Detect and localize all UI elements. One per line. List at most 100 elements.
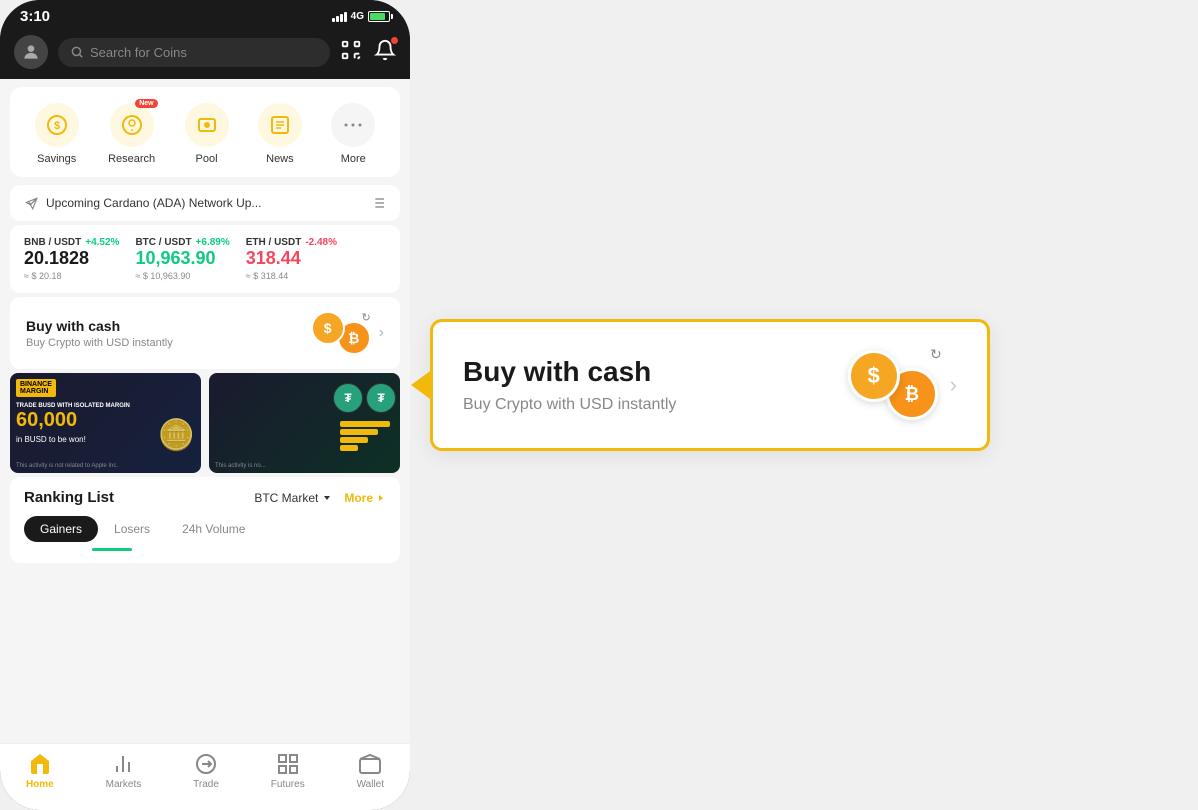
sidebar-item-research[interactable]: New Research (108, 103, 155, 165)
btc-pair: BTC / USDT (135, 237, 191, 248)
banner-amount: 60,000 (16, 409, 77, 432)
futures-icon (276, 752, 300, 776)
more-label: More (341, 153, 366, 165)
popup-coins: $ ₿ ↻ (848, 350, 938, 420)
nav-item-home[interactable]: Home (26, 752, 54, 790)
ranking-header: Ranking List BTC Market More (24, 489, 386, 506)
top-bar: Search for Coins (0, 29, 410, 79)
sidebar-item-news[interactable]: News (258, 103, 302, 165)
chevron-right-icon: › (379, 324, 384, 342)
nav-markets-label: Markets (106, 779, 142, 790)
status-bar: 3:10 4G (0, 0, 410, 29)
quick-links-card: $ Savings New Research Pool (10, 87, 400, 177)
stacked-bars (340, 421, 390, 453)
ticker-btc[interactable]: BTC / USDT +6.89% 10,963.90 ≈ $ 10,963.9… (135, 237, 229, 281)
announcement-bar[interactable]: Upcoming Cardano (ADA) Network Up... (10, 185, 400, 221)
buy-cash-right: $ ₿ ↻ › (311, 311, 384, 355)
tab-losers[interactable]: Losers (98, 516, 166, 542)
sidebar-item-savings[interactable]: $ Savings (35, 103, 79, 165)
buy-cash-title: Buy with cash (26, 318, 173, 334)
buy-cash-card[interactable]: Buy with cash Buy Crypto with USD instan… (10, 297, 400, 369)
nav-item-markets[interactable]: Markets (106, 752, 142, 790)
nav-wallet-label: Wallet (357, 779, 384, 790)
ranking-controls: BTC Market More (254, 491, 386, 505)
eth-change: -2.48% (305, 237, 337, 248)
popup-left: Buy with cash Buy Crypto with USD instan… (463, 356, 676, 414)
tab-24h-volume[interactable]: 24h Volume (166, 516, 261, 542)
bnb-pair: BNB / USDT (24, 237, 81, 248)
pool-label: Pool (196, 153, 218, 165)
list-icon (370, 195, 386, 211)
status-icons: 4G (332, 11, 390, 22)
status-time: 3:10 (20, 8, 50, 25)
phone-shell: 3:10 4G Search for Coins (0, 0, 410, 810)
ranking-more-btn[interactable]: More (344, 491, 386, 505)
tab-volume-label: 24h Volume (182, 522, 245, 536)
more-chevron-icon (376, 493, 386, 503)
ranking-title: Ranking List (24, 489, 114, 506)
banner-ad-tether[interactable]: ₮ ₮ This activity is no... (209, 373, 400, 473)
research-label: Research (108, 153, 155, 165)
news-icon (258, 103, 302, 147)
popup-right: $ ₿ ↻ › (848, 350, 957, 420)
search-bar[interactable]: Search for Coins (58, 38, 330, 67)
nav-item-trade[interactable]: Trade (193, 752, 219, 790)
nav-futures-label: Futures (271, 779, 305, 790)
ranking-tabs: Gainers Losers 24h Volume (24, 516, 386, 542)
signal-icon (332, 12, 347, 22)
savings-icon: $ (35, 103, 79, 147)
bnb-change: +4.52% (85, 237, 119, 248)
btc-usd: ≈ $ 10,963.90 (135, 271, 229, 281)
coin-graphic: 🪙 (158, 418, 195, 453)
banner-brand: BINANCEMARGIN (16, 379, 56, 397)
market-label: BTC Market (254, 491, 318, 505)
btc-change: +6.89% (196, 237, 230, 248)
app-content: $ Savings New Research Pool (0, 79, 410, 769)
buy-cash-left: Buy with cash Buy Crypto with USD instan… (26, 318, 173, 349)
battery-icon (368, 11, 390, 22)
popup-title: Buy with cash (463, 356, 676, 388)
avatar[interactable] (14, 35, 48, 69)
ticker-eth[interactable]: ETH / USDT -2.48% 318.44 ≈ $ 318.44 (246, 237, 337, 281)
sidebar-item-pool[interactable]: Pool (185, 103, 229, 165)
scan-icon[interactable] (340, 39, 362, 66)
trade-icon (194, 752, 218, 776)
svg-text:$: $ (54, 120, 60, 132)
buy-cash-subtitle: Buy Crypto with USD instantly (26, 337, 173, 349)
tab-gainers[interactable]: Gainers (24, 516, 98, 542)
bnb-price: 20.1828 (24, 248, 119, 269)
nav-home-label: Home (26, 779, 54, 790)
bell-icon[interactable] (374, 39, 396, 66)
popup-card[interactable]: Buy with cash Buy Crypto with USD instan… (430, 319, 990, 451)
more-icon (331, 103, 375, 147)
wallet-icon (358, 752, 382, 776)
banner2-disclaimer: This activity is no... (215, 463, 394, 469)
banner-ad-margin[interactable]: BINANCEMARGIN TRADE BUSD WITH ISOLATED M… (10, 373, 201, 473)
savings-label: Savings (37, 153, 76, 165)
popup-arrow (411, 369, 433, 401)
ticker-card: BNB / USDT +4.52% 20.1828 ≈ $ 20.18 BTC … (10, 225, 400, 293)
bnb-usd: ≈ $ 20.18 (24, 271, 119, 281)
eth-price: 318.44 (246, 248, 337, 269)
dollar-coin: $ (311, 311, 345, 345)
pool-icon (185, 103, 229, 147)
nav-trade-label: Trade (193, 779, 219, 790)
top-bar-action-icons (340, 39, 396, 66)
nav-item-wallet[interactable]: Wallet (357, 752, 384, 790)
banner-disclaimer: This activity is not related to Apple In… (16, 463, 195, 469)
bottom-nav: Home Markets Trade Futures (0, 743, 410, 810)
coins-icon: $ ₿ ↻ (311, 311, 371, 355)
ticker-row: BNB / USDT +4.52% 20.1828 ≈ $ 20.18 BTC … (24, 237, 386, 281)
popup-dollar-coin: $ (848, 350, 900, 402)
ranking-more-label: More (344, 491, 373, 505)
nav-item-futures[interactable]: Futures (271, 752, 305, 790)
home-icon (28, 752, 52, 776)
ticker-bnb[interactable]: BNB / USDT +4.52% 20.1828 ≈ $ 20.18 (24, 237, 119, 281)
sidebar-item-more[interactable]: More (331, 103, 375, 165)
eth-pair: ETH / USDT (246, 237, 302, 248)
ranking-market-selector[interactable]: BTC Market (254, 491, 332, 505)
tab-losers-label: Losers (114, 522, 150, 536)
markets-icon (111, 752, 135, 776)
news-label: News (266, 153, 294, 165)
popup-chevron-icon: › (950, 372, 957, 398)
